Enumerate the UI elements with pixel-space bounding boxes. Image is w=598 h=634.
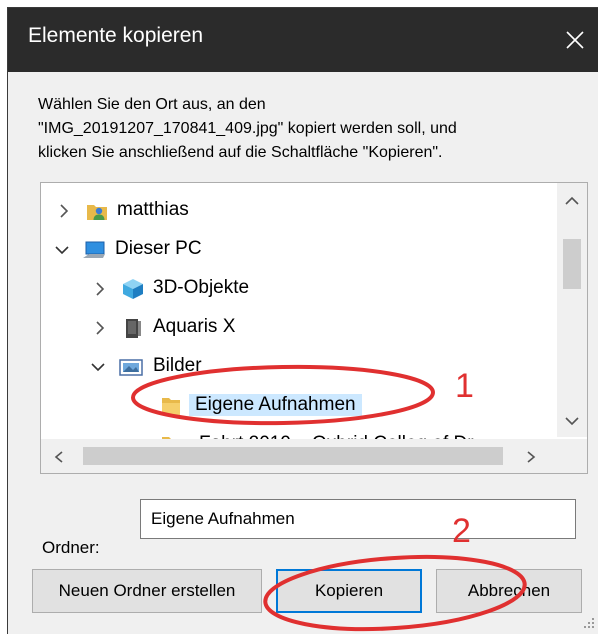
annotation-ellipse-1 bbox=[131, 364, 435, 426]
annotation-overlay bbox=[131, 364, 527, 632]
annotation-ellipse-2 bbox=[263, 554, 527, 632]
annotation-marker-1: 1 bbox=[455, 367, 474, 405]
annotation-marker-2: 2 bbox=[452, 512, 471, 550]
